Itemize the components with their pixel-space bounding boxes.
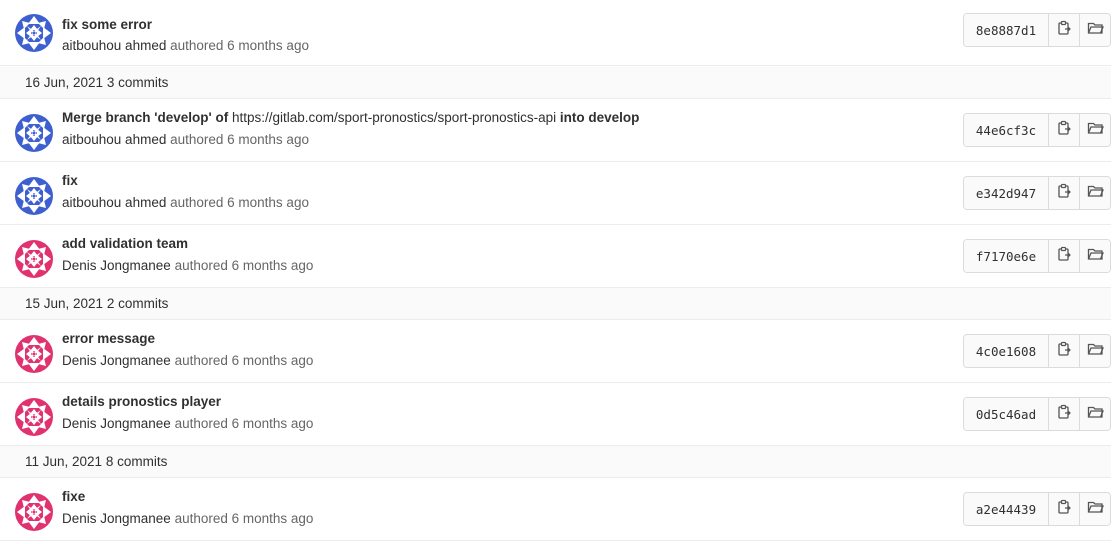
copy-sha-button[interactable]	[1049, 398, 1079, 430]
copy-sha-button[interactable]	[1049, 14, 1079, 46]
folder-open-icon	[1087, 404, 1104, 425]
commit-author[interactable]: aitbouhou ahmed	[62, 38, 166, 53]
copy-icon	[1056, 246, 1072, 267]
copy-sha-button[interactable]	[1049, 240, 1079, 272]
avatar[interactable]	[15, 398, 53, 436]
day-date: 15 Jun, 2021	[25, 296, 104, 311]
commit-actions: e342d947	[963, 176, 1111, 210]
copy-sha-button[interactable]	[1049, 493, 1079, 525]
commit-sha[interactable]: 44e6cf3c	[964, 114, 1049, 146]
commit-row: add validation team Denis Jongmanee auth…	[0, 225, 1111, 288]
commit-author[interactable]: Denis Jongmanee	[62, 258, 171, 273]
commit-meta: Denis Jongmanee authored 6 months ago	[62, 258, 313, 273]
commit-row: fixe Denis Jongmanee authored 6 months a…	[0, 478, 1111, 541]
commit-row: details pronostics player Denis Jongmane…	[0, 383, 1111, 446]
authored-time: authored 6 months ago	[174, 511, 314, 526]
copy-icon	[1056, 183, 1072, 204]
browse-files-button[interactable]	[1079, 335, 1110, 367]
commit-actions: 8e8887d1	[963, 13, 1111, 47]
commit-row: fix some error aitbouhou ahmed authored …	[0, 0, 1111, 66]
authored-time: authored 6 months ago	[174, 353, 314, 368]
browse-files-button[interactable]	[1079, 177, 1110, 209]
avatar[interactable]	[15, 240, 53, 278]
authored-time: authored 6 months ago	[174, 258, 314, 273]
commit-title-prefix: Merge branch 'develop' of	[62, 110, 229, 125]
commit-author[interactable]: Denis Jongmanee	[62, 511, 171, 526]
day-commit-count: 2 commits	[106, 296, 169, 311]
commit-title[interactable]: Merge branch 'develop' of https://gitlab…	[62, 110, 639, 125]
commit-author[interactable]: Denis Jongmanee	[62, 353, 171, 368]
commit-sha[interactable]: f7170e6e	[964, 240, 1049, 272]
commit-title[interactable]: add validation team	[62, 236, 188, 251]
copy-sha-button[interactable]	[1049, 177, 1079, 209]
browse-files-button[interactable]	[1079, 493, 1110, 525]
authored-time: authored 6 months ago	[170, 38, 309, 53]
commit-title[interactable]: fix some error	[62, 17, 152, 32]
folder-open-icon	[1087, 341, 1104, 362]
commit-meta: Denis Jongmanee authored 6 months ago	[62, 416, 313, 431]
commit-sha[interactable]: 8e8887d1	[964, 14, 1049, 46]
avatar[interactable]	[15, 177, 53, 215]
commit-row: Merge branch 'develop' of https://gitlab…	[0, 99, 1111, 162]
browse-files-button[interactable]	[1079, 398, 1110, 430]
commit-meta: aitbouhou ahmed authored 6 months ago	[62, 38, 309, 53]
commit-sha[interactable]: a2e44439	[964, 493, 1049, 525]
commit-author[interactable]: Denis Jongmanee	[62, 416, 171, 431]
folder-open-icon	[1087, 120, 1104, 141]
day-date: 11 Jun, 2021	[25, 454, 103, 469]
commit-author[interactable]: aitbouhou ahmed	[62, 195, 166, 210]
copy-icon	[1056, 120, 1072, 141]
commit-row: error message Denis Jongmanee authored 6…	[0, 320, 1111, 383]
commit-actions: 4c0e1608	[963, 334, 1111, 368]
day-header: 16 Jun, 2021 3 commits	[0, 67, 1111, 99]
browse-files-button[interactable]	[1079, 240, 1110, 272]
day-header: 11 Jun, 2021 8 commits	[0, 446, 1111, 478]
commit-meta: aitbouhou ahmed authored 6 months ago	[62, 132, 309, 147]
day-header: 15 Jun, 2021 2 commits	[0, 288, 1111, 320]
authored-time: authored 6 months ago	[170, 132, 309, 147]
folder-open-icon	[1087, 499, 1104, 520]
authored-time: authored 6 months ago	[174, 416, 314, 431]
copy-sha-button[interactable]	[1049, 114, 1079, 146]
day-commit-count: 3 commits	[106, 75, 169, 90]
browse-files-button[interactable]	[1079, 114, 1110, 146]
browse-files-button[interactable]	[1079, 14, 1110, 46]
copy-sha-button[interactable]	[1049, 335, 1079, 367]
authored-time: authored 6 months ago	[170, 195, 309, 210]
commit-actions: a2e44439	[963, 492, 1111, 526]
commit-meta: aitbouhou ahmed authored 6 months ago	[62, 195, 309, 210]
commit-sha[interactable]: 4c0e1608	[964, 335, 1049, 367]
copy-icon	[1056, 341, 1072, 362]
commit-title-suffix: into develop	[559, 110, 640, 125]
commit-title[interactable]: fixe	[62, 489, 85, 504]
copy-icon	[1056, 499, 1072, 520]
copy-icon	[1056, 404, 1072, 425]
folder-open-icon	[1087, 246, 1104, 267]
commit-sha[interactable]: 0d5c46ad	[964, 398, 1049, 430]
avatar[interactable]	[15, 493, 53, 531]
avatar[interactable]	[15, 335, 53, 373]
commit-row: fix aitbouhou ahmed authored 6 months ag…	[0, 162, 1111, 225]
day-commit-count: 8 commits	[105, 454, 168, 469]
commit-actions: 0d5c46ad	[963, 397, 1111, 431]
folder-open-icon	[1087, 183, 1104, 204]
commit-actions: 44e6cf3c	[963, 113, 1111, 147]
commit-meta: Denis Jongmanee authored 6 months ago	[62, 353, 313, 368]
commit-title[interactable]: details pronostics player	[62, 394, 221, 409]
folder-open-icon	[1087, 20, 1104, 41]
commit-list: fix some error aitbouhou ahmed authored …	[0, 0, 1111, 541]
commit-meta: Denis Jongmanee authored 6 months ago	[62, 511, 313, 526]
commit-author[interactable]: aitbouhou ahmed	[62, 132, 166, 147]
commit-title-url[interactable]: https://gitlab.com/sport-pronostics/spor…	[232, 110, 556, 125]
commit-title[interactable]: fix	[62, 173, 78, 188]
avatar[interactable]	[15, 114, 53, 152]
day-date: 16 Jun, 2021	[25, 75, 104, 90]
commit-title[interactable]: error message	[62, 331, 155, 346]
avatar[interactable]	[15, 14, 53, 52]
copy-icon	[1056, 20, 1072, 41]
commit-actions: f7170e6e	[963, 239, 1111, 273]
commit-sha[interactable]: e342d947	[964, 177, 1049, 209]
